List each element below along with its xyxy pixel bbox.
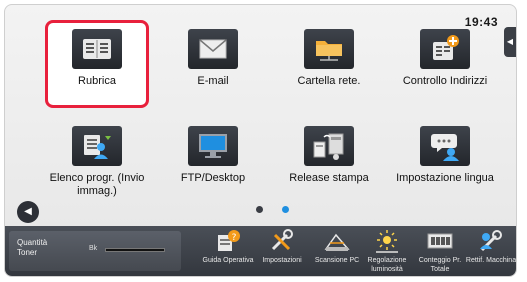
tile-label: Controllo Indirizzi	[402, 75, 488, 87]
program-list-icon	[72, 126, 122, 166]
envelope-icon	[188, 29, 238, 69]
tile-impostazione-lingua[interactable]: Impostazione lingua	[393, 117, 497, 205]
language-icon	[420, 126, 470, 166]
toner-quantity-panel: Quantità Toner Bk	[9, 231, 181, 271]
toner-color-code: Bk	[89, 245, 98, 252]
page-indicator-2[interactable]	[282, 206, 289, 213]
scan-pc-icon	[324, 229, 350, 253]
bottom-label: Rettif. Macchina	[465, 257, 517, 264]
tile-ftp-desktop[interactable]: FTP/Desktop	[161, 117, 265, 205]
regolazione-luminosita-button[interactable]: Regolazione luminosità	[360, 226, 414, 276]
tile-label: FTP/Desktop	[180, 172, 246, 184]
svg-text:?: ?	[232, 233, 237, 243]
network-folder-icon	[304, 29, 354, 69]
address-check-icon	[420, 29, 470, 69]
machine-adjust-icon	[478, 229, 504, 253]
tile-label: E-mail	[197, 75, 229, 87]
previous-page-button[interactable]: ◀	[17, 201, 39, 223]
tile-elenco-progr[interactable]: Elenco progr. (Invio immag.)	[45, 117, 149, 205]
tile-label: Rubrica	[78, 75, 116, 87]
tile-cartella-rete[interactable]: Cartella rete.	[277, 20, 381, 108]
bottom-label: Guida Operativa	[202, 257, 254, 264]
tile-label: Cartella rete.	[297, 75, 361, 87]
print-release-icon	[304, 126, 354, 166]
brightness-icon	[374, 229, 400, 253]
help-guide-icon: ?	[215, 229, 241, 253]
toner-level-bar	[105, 248, 165, 252]
home-screen: 19:43 ◀ Rubrica E-mail Cartella rete. Co…	[4, 4, 517, 277]
bottom-label: Impostazioni	[262, 257, 302, 264]
tile-controllo-indirizzi[interactable]: Controllo Indirizzi	[393, 20, 497, 108]
tile-label: Release stampa	[289, 172, 369, 184]
monitor-icon	[188, 126, 238, 166]
page-indicator-1[interactable]	[256, 206, 263, 213]
impostazioni-button[interactable]: Impostazioni	[255, 226, 309, 276]
tile-release-stampa[interactable]: Release stampa	[277, 117, 381, 205]
bottom-toolbar: Quantità Toner Bk ? Guida Operativa Impo…	[5, 226, 516, 276]
rettif-macchina-button[interactable]: Rettif. Macchina	[464, 226, 516, 276]
toner-label: Quantità Toner	[17, 238, 48, 257]
conteggio-pr-totale-button[interactable]: Conteggio Pr. Totale	[413, 226, 467, 276]
tile-label: Elenco progr. (Invio immag.)	[49, 172, 145, 197]
tile-label: Impostazione lingua	[396, 172, 494, 184]
tile-rubrica[interactable]: Rubrica	[45, 20, 149, 108]
guida-operativa-button[interactable]: ? Guida Operativa	[201, 226, 255, 276]
tile-email[interactable]: E-mail	[161, 20, 265, 108]
tools-icon	[269, 229, 295, 253]
counter-icon	[427, 229, 453, 253]
side-panel-tab[interactable]: ◀	[504, 27, 516, 57]
address-book-icon	[72, 29, 122, 69]
